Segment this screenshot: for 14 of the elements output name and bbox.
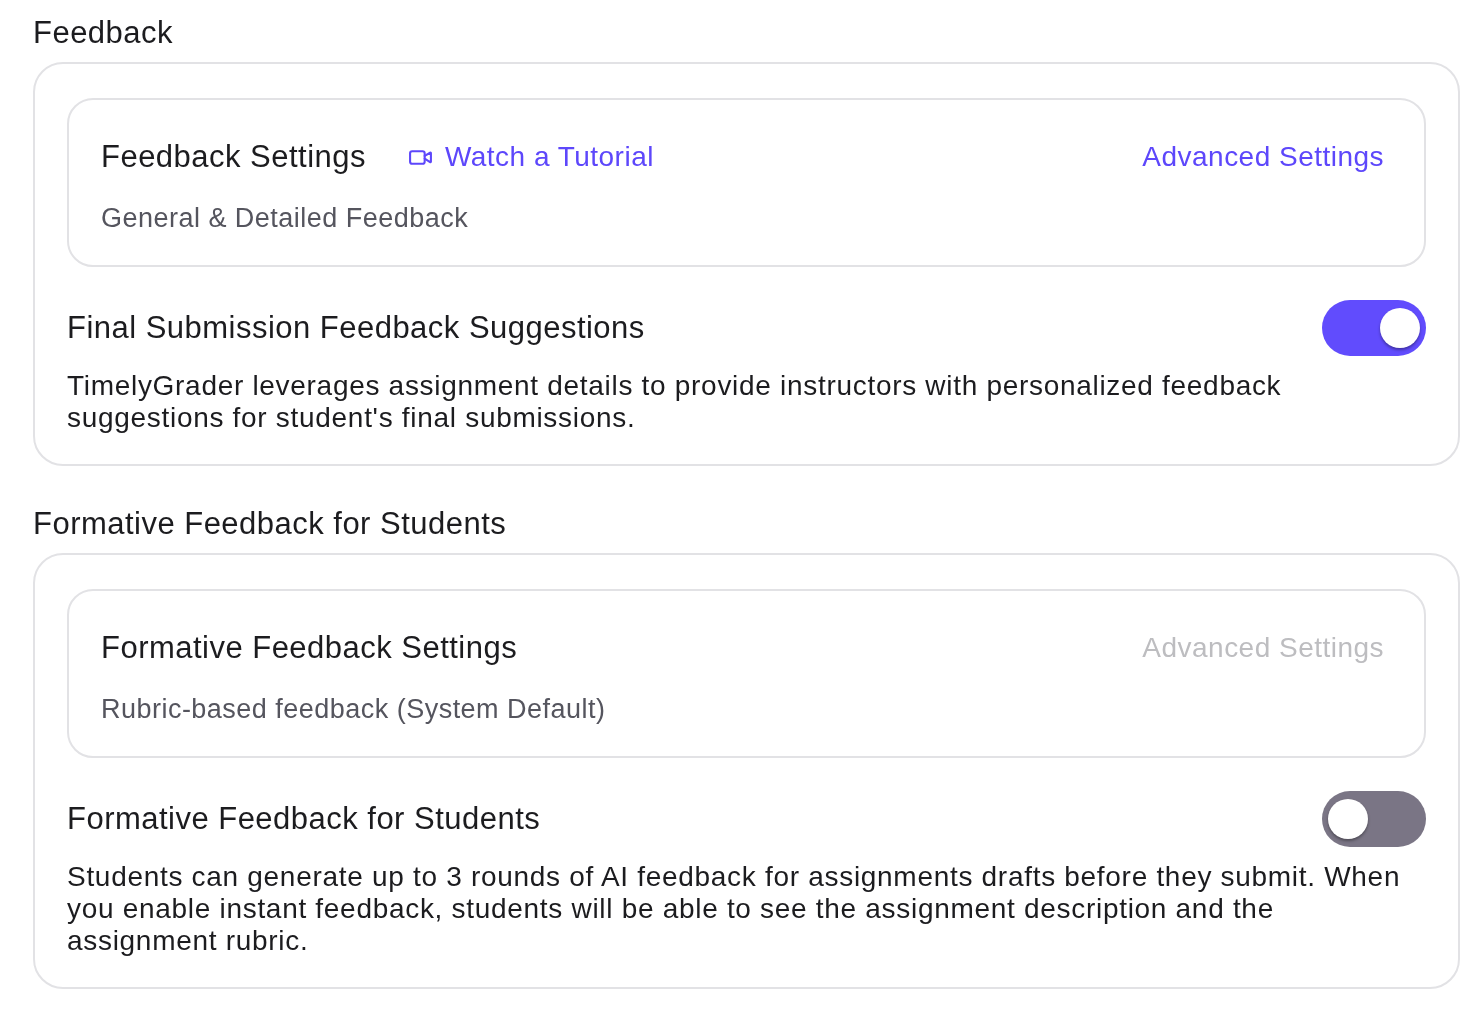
advanced-settings-link[interactable]: Advanced Settings [1142,140,1384,174]
watch-tutorial-link[interactable]: Watch a Tutorial [407,140,654,174]
settings-subtitle: Rubric-based feedback (System Default) [101,693,606,726]
settings-title: Feedback Settings [101,138,366,176]
section-title: Feedback [33,15,173,51]
toggle-label: Final Submission Feedback Suggestions [67,309,645,347]
section-title: Formative Feedback for Students [33,506,507,542]
toggle-description: Students can generate up to 3 rounds of AI feedback for assignments drafts before they submit. When you enable instant feedback, students will be able to see the assignment description and the assignment rubric. [67,861,1402,957]
toggle-label: Formative Feedback for Students [67,800,541,838]
settings-subtitle: General & Detailed Feedback [101,202,469,235]
toggle-switch[interactable] [1322,791,1426,847]
toggle-description: TimelyGrader leverages assignment details to provide instructors with personalized feedback suggestions for student's final submissions. [67,370,1283,434]
toggle-switch[interactable] [1322,300,1426,356]
settings-title: Formative Feedback Settings [101,629,518,667]
